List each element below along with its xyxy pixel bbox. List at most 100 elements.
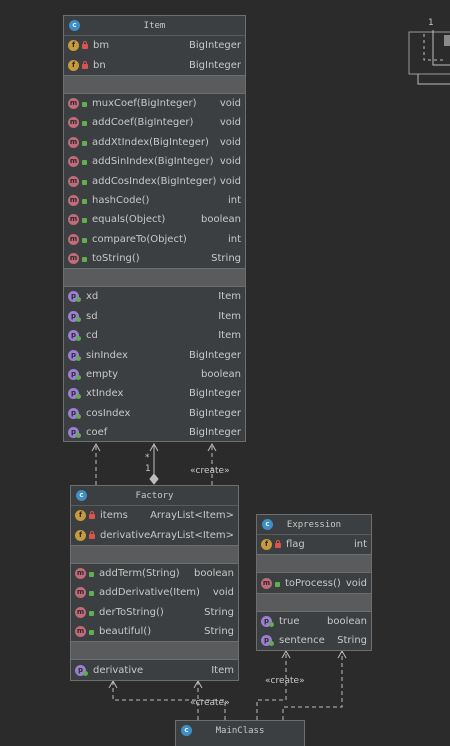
property-row[interactable]: p empty boolean	[64, 365, 245, 384]
method-icon: m	[261, 577, 272, 589]
public-dot-icon	[76, 355, 81, 361]
public-icon	[89, 591, 94, 597]
method-icon: m	[68, 233, 79, 245]
method-row[interactable]: m derToString() String	[71, 603, 238, 622]
public-icon	[82, 198, 87, 204]
public-icon	[82, 179, 87, 185]
method-row[interactable]: m muxCoef(BigInteger) void	[64, 94, 245, 113]
field-icon: f	[68, 59, 79, 71]
property-row[interactable]: p cosIndex BigInteger	[64, 404, 245, 423]
private-lock-icon	[89, 530, 95, 539]
method-row[interactable]: m compareTo(Object) int	[64, 230, 245, 249]
method-row[interactable]: m addXtIndex(BigInteger) void	[64, 133, 245, 152]
method-type: void	[219, 175, 241, 187]
property-row[interactable]: p sd Item	[64, 307, 245, 326]
property-type: BigInteger	[189, 427, 241, 439]
method-row[interactable]: m addDerivative(Item) void	[71, 583, 238, 602]
method-row[interactable]: m beautiful() String	[71, 622, 238, 641]
method-name: derToString()	[99, 606, 164, 618]
property-type: boolean	[327, 615, 367, 627]
property-name: true	[279, 615, 300, 627]
aggregation-diamond	[149, 473, 159, 485]
field-icon: f	[261, 539, 272, 551]
public-dot-icon	[76, 433, 81, 439]
method-name: addXtIndex(BigInteger)	[92, 136, 209, 148]
class-expression[interactable]: c Expression f flag int m toProcess() void p…	[256, 514, 372, 651]
self-loop	[423, 34, 445, 61]
public-dot-icon	[76, 336, 81, 342]
method-name: hashCode()	[92, 194, 150, 206]
public-dot-icon	[83, 670, 88, 676]
empty-section	[71, 545, 238, 564]
properties-section: p true boolean p sentence String	[257, 612, 371, 651]
property-name: sentence	[279, 635, 325, 647]
offscreen-class-icon	[444, 35, 450, 46]
class-title: MainClass	[215, 725, 265, 736]
field-icon: f	[75, 510, 86, 522]
method-type: void	[219, 117, 241, 129]
field-type: BigInteger	[189, 40, 241, 52]
class-icon: c	[262, 519, 273, 530]
properties-section: p xd Item p sd Item p cd Item p sinIndex BigInte…	[64, 287, 245, 442]
method-row[interactable]: m equals(Object) boolean	[64, 210, 245, 229]
class-factory[interactable]: c Factory f items ArrayList<Item> f derivat…	[70, 485, 239, 681]
multiplicity-star: *	[145, 453, 150, 463]
method-row[interactable]: m hashCode() int	[64, 191, 245, 210]
field-icon: f	[68, 40, 79, 52]
property-type: BigInteger	[189, 407, 241, 419]
class-title: Item	[143, 20, 166, 31]
property-name: derivative	[93, 664, 144, 676]
method-row[interactable]: m toString() String	[64, 249, 245, 268]
class-icon: c	[76, 490, 87, 501]
method-type: int	[227, 194, 241, 206]
property-row[interactable]: p derivative Item	[71, 660, 238, 679]
class-mainclass[interactable]: c MainClass	[175, 720, 305, 746]
public-icon	[82, 160, 87, 166]
field-row[interactable]: f bm BigInteger	[64, 36, 245, 55]
property-type: String	[337, 635, 367, 647]
field-row[interactable]: f flag int	[257, 535, 371, 554]
method-icon: m	[68, 156, 79, 168]
property-row[interactable]: p xd Item	[64, 287, 245, 306]
method-name: addCosIndex(BigInteger)	[92, 175, 217, 187]
create-label-main-expression: «create»	[265, 676, 305, 686]
field-row[interactable]: f derivative ArrayList<Item>	[71, 525, 238, 544]
field-name: bm	[93, 40, 110, 52]
method-row[interactable]: m addCosIndex(BigInteger) void	[64, 171, 245, 190]
property-row[interactable]: p coef BigInteger	[64, 423, 245, 442]
class-header: c Item	[64, 16, 245, 36]
class-item[interactable]: c Item f bm BigInteger f bn BigInteger m muxC…	[63, 15, 246, 442]
class-header: c MainClass	[176, 721, 304, 740]
method-name: beautiful()	[99, 626, 152, 638]
self-loop	[417, 74, 450, 85]
method-name: addCoef(BigInteger)	[92, 117, 194, 129]
method-name: addSinIndex(BigInteger)	[92, 156, 214, 168]
method-type: String	[204, 606, 234, 618]
property-name: empty	[86, 369, 119, 381]
method-type: void	[345, 577, 367, 589]
field-name: flag	[286, 539, 305, 551]
method-icon: m	[68, 253, 79, 265]
field-type: ArrayList<Item>	[150, 529, 234, 541]
method-type: void	[212, 587, 234, 599]
field-row[interactable]: f bn BigInteger	[64, 55, 245, 74]
public-icon	[82, 101, 87, 107]
property-row[interactable]: p sentence String	[257, 631, 371, 650]
public-dot-icon	[76, 297, 81, 303]
method-icon: m	[75, 587, 86, 599]
property-name: xd	[86, 291, 99, 303]
property-type: BigInteger	[189, 349, 241, 361]
method-row[interactable]: m addTerm(String) boolean	[71, 564, 238, 583]
property-row[interactable]: p sinIndex BigInteger	[64, 345, 245, 364]
property-row[interactable]: p xtIndex BigInteger	[64, 384, 245, 403]
property-row[interactable]: p true boolean	[257, 612, 371, 631]
method-row[interactable]: m addSinIndex(BigInteger) void	[64, 152, 245, 171]
method-row[interactable]: m addCoef(BigInteger) void	[64, 113, 245, 132]
method-icon: m	[75, 606, 86, 618]
property-name: sinIndex	[86, 349, 128, 361]
property-row[interactable]: p cd Item	[64, 326, 245, 345]
method-type: void	[219, 97, 241, 109]
method-type: void	[219, 156, 241, 168]
field-row[interactable]: f items ArrayList<Item>	[71, 506, 238, 525]
method-row[interactable]: m toProcess() void	[257, 573, 371, 592]
